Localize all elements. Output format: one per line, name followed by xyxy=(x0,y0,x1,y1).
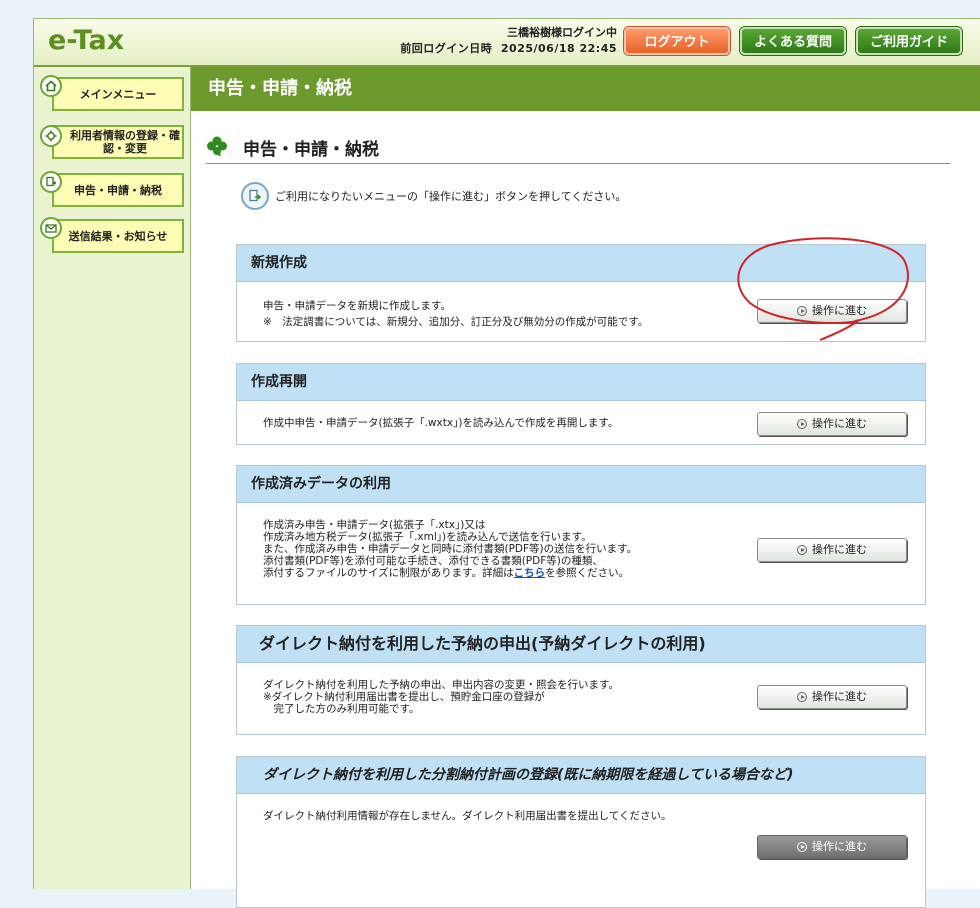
play-icon xyxy=(797,842,807,852)
sidebar-item-user-info[interactable]: 利用者情報の登録・確認・変更 xyxy=(52,125,184,159)
box-text-line: ダイレクト納付を利用した予納の申出、申出内容の変更・照会を行います。 xyxy=(263,679,619,691)
box-title: ダイレクト納付を利用した予納の申出(予納ダイレクトの利用) xyxy=(237,626,925,663)
guide-button[interactable]: ご利用ガイド xyxy=(856,27,962,55)
box-title: ダイレクト納付を利用した分割納付計画の登録(既に納期限を経過している場合など) xyxy=(237,757,925,794)
faq-button[interactable]: よくある質問 xyxy=(740,27,846,55)
proceed-label: 操作に進む xyxy=(812,840,867,853)
proceed-button-installment-disabled: 操作に進む xyxy=(757,835,907,859)
sidebar-item-filing[interactable]: 申告・申請・納税 xyxy=(52,173,184,207)
box-body: 作成中申告・申請データ(拡張子「.wxtx」)を読み込んで作成を再開します。 操… xyxy=(237,401,925,445)
box-text-line: 添付するファイルのサイズに制限があります。詳細は xyxy=(263,567,514,579)
logout-button[interactable]: ログアウト xyxy=(624,27,730,55)
proceed-label: 操作に進む xyxy=(812,690,867,703)
box-text-line: また、作成済み申告・申請データと同時に添付書類(PDF等)の送信を行います。 xyxy=(263,543,638,555)
filing-icon xyxy=(40,171,62,193)
box-prepay-direct: ダイレクト納付を利用した予納の申出(予納ダイレクトの利用) ダイレクト納付を利用… xyxy=(236,625,926,735)
mail-icon xyxy=(40,217,62,239)
last-login-time: 2025/06/18 22:45 xyxy=(500,42,617,55)
user-settings-icon xyxy=(40,125,62,147)
proceed-button-resume[interactable]: 操作に進む xyxy=(757,412,907,436)
sidebar-item-label: 利用者情報の登録・確認・変更 xyxy=(70,129,180,155)
etax-logo: e-Tax xyxy=(48,25,125,56)
box-title: 作成再開 xyxy=(237,364,925,401)
header-bar: e-Tax 三橋裕樹様ログイン中 前回ログイン日時 2025/06/18 22:… xyxy=(34,19,980,67)
play-icon xyxy=(797,692,807,702)
box-text-line: 申告・申請データを新規に作成します。 xyxy=(263,300,451,312)
box-installment-plan: ダイレクト納付を利用した分割納付計画の登録(既に納期限を経過している場合など) … xyxy=(236,756,926,908)
proceed-label: 操作に進む xyxy=(812,417,867,430)
details-link[interactable]: こちら xyxy=(514,567,546,579)
user-status: 三橋裕樹様ログイン中 xyxy=(507,26,617,39)
last-login-label: 前回ログイン日時 xyxy=(400,42,493,55)
box-body: ダイレクト納付利用情報が存在しません。ダイレクト利用届出書を提出してください。 … xyxy=(237,794,925,908)
sidebar-item-label: 送信結果・お知らせ xyxy=(68,229,168,243)
box-text-line: ※ 法定調書については、新規分、追加分、訂正分及び無効分の作成が可能です。 xyxy=(263,316,649,328)
last-login: 前回ログイン日時 2025/06/18 22:45 xyxy=(400,41,617,57)
main-content: 申告・申請・納税 申告・申請・納税 ご利用になりたいメニューの「操作に進む」ボタ… xyxy=(191,67,980,908)
box-body: 作成済み申告・申請データ(拡張子「.xtx」)又は 作成済み地方税データ(拡張子… xyxy=(237,503,925,605)
sidebar-item-main-menu[interactable]: メインメニュー xyxy=(52,77,184,111)
box-title: 新規作成 xyxy=(237,245,925,282)
sidebar-item-results[interactable]: 送信結果・お知らせ xyxy=(52,219,184,253)
app-frame: e-Tax 三橋裕樹様ログイン中 前回ログイン日時 2025/06/18 22:… xyxy=(33,18,980,908)
sidebar-item-label: メインメニュー xyxy=(79,87,157,101)
box-new-creation: 新規作成 申告・申請データを新規に作成します。 ※ 法定調書については、新規分、… xyxy=(236,244,926,342)
proceed-label: 操作に進む xyxy=(812,543,867,556)
clover-icon xyxy=(206,135,228,162)
play-icon xyxy=(797,306,807,316)
proceed-button-prepay[interactable]: 操作に進む xyxy=(757,685,907,709)
box-title: 作成済みデータの利用 xyxy=(237,466,925,503)
play-icon xyxy=(797,545,807,555)
proceed-button-new[interactable]: 操作に進む xyxy=(757,299,907,323)
document-arrow-icon xyxy=(241,182,269,210)
box-text-line: 作成済み地方税データ(拡張子「.xml」)を読み込んで送信を行います。 xyxy=(263,531,592,543)
section-title: 申告・申請・納税 xyxy=(206,133,950,164)
box-body: ダイレクト納付を利用した予納の申出、申出内容の変更・照会を行います。 ※ダイレク… xyxy=(237,663,925,735)
guidance-text: ご利用になりたいメニューの「操作に進む」ボタンを押してください。 xyxy=(275,190,627,203)
sidebar-item-label: 申告・申請・納税 xyxy=(74,183,162,197)
home-icon xyxy=(40,75,62,97)
proceed-button-existing[interactable]: 操作に進む xyxy=(757,538,907,562)
proceed-label: 操作に進む xyxy=(812,304,867,317)
login-info: 三橋裕樹様ログイン中 前回ログイン日時 2025/06/18 22:45 xyxy=(400,25,617,57)
section-title-text: 申告・申請・納税 xyxy=(243,140,379,160)
page-banner: 申告・申請・納税 xyxy=(191,67,980,111)
play-icon xyxy=(797,419,807,429)
box-body: 申告・申請データを新規に作成します。 ※ 法定調書については、新規分、追加分、訂… xyxy=(237,282,925,342)
box-text-line: ダイレクト納付利用情報が存在しません。ダイレクト利用届出書を提出してください。 xyxy=(263,810,672,822)
box-text-line: 作成済み申告・申請データ(拡張子「.xtx」)又は xyxy=(263,519,486,531)
box-text-line: 完了した方のみ利用可能です。 xyxy=(263,703,420,715)
box-text-line: ※ダイレクト納付利用届出書を提出し、預貯金口座の登録が xyxy=(263,691,545,703)
box-existing-data: 作成済みデータの利用 作成済み申告・申請データ(拡張子「.xtx」)又は 作成済… xyxy=(236,465,926,605)
sidebar: メインメニュー 利用者情報の登録・確認・変更 申告・申請・納税 送信結果・お知ら… xyxy=(34,67,191,889)
guidance: ご利用になりたいメニューの「操作に進む」ボタンを押してください。 xyxy=(241,181,626,211)
box-text-line: 添付書類(PDF等)を添付可能な手続き、添付できる書類(PDF等)の種類、 xyxy=(263,555,603,567)
box-text-line: 作成中申告・申請データ(拡張子「.wxtx」)を読み込んで作成を再開します。 xyxy=(263,417,619,429)
box-text-line: を参照ください。 xyxy=(545,567,630,579)
box-resume: 作成再開 作成中申告・申請データ(拡張子「.wxtx」)を読み込んで作成を再開し… xyxy=(236,363,926,445)
